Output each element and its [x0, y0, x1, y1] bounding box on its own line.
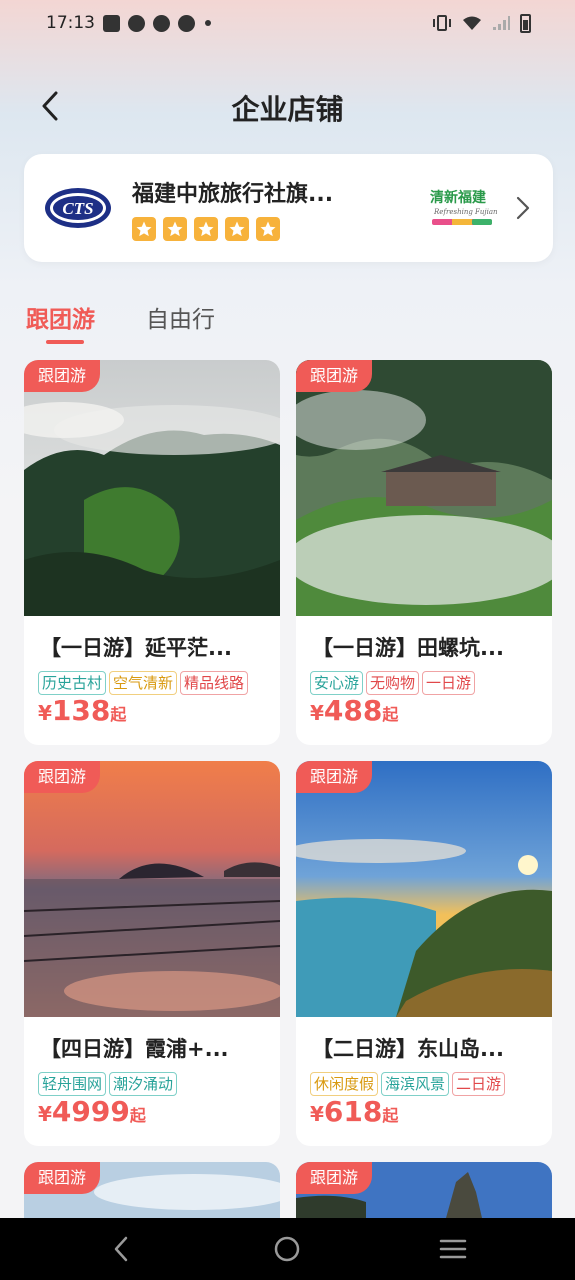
status-time: 17:13 — [46, 13, 95, 33]
category-tag: 跟团游 — [296, 1162, 373, 1194]
product-labels: 安心游 无购物 一日游 — [310, 671, 476, 695]
product-label: 休闲度假 — [310, 1072, 379, 1096]
product-card[interactable]: 跟团游 【四日游】霞浦+... 轻舟围网 潮汐涌动 ¥4999起 — [24, 761, 280, 1146]
product-labels: 历史古村 空气清新 精品线路 — [38, 671, 249, 695]
signal-icon — [493, 16, 510, 30]
vibrate-icon — [433, 15, 451, 31]
nav-home-icon — [274, 1236, 300, 1262]
product-title: 【一日游】田螺坑... — [312, 636, 504, 660]
product-price: ¥4999起 — [38, 1095, 146, 1128]
nav-back-button[interactable] — [104, 1232, 138, 1266]
app-notification-icon — [153, 14, 170, 32]
brand-logo: 清新福建 Refreshing Fujian — [430, 189, 498, 225]
product-label: 精品线路 — [180, 671, 249, 695]
category-tag: 跟团游 — [296, 761, 373, 793]
product-label: 轻舟围网 — [38, 1072, 107, 1096]
star-icon — [163, 217, 187, 241]
product-card[interactable]: 跟团游 【二日游】东山岛... 休闲度假 海滨风景 二日游 ¥618起 — [296, 761, 552, 1146]
star-icon — [225, 217, 249, 241]
status-bar: 17:13 — [0, 0, 575, 46]
store-card[interactable]: CTS 福建中旅旅行社旗... 清新福建 Refreshing Fujian — [24, 154, 553, 262]
star-icon — [194, 217, 218, 241]
tab-active-indicator — [46, 340, 84, 344]
product-image — [24, 360, 280, 616]
product-card[interactable]: 跟团游 — [296, 1162, 552, 1218]
tab-group-tour[interactable]: 跟团游 — [26, 300, 95, 334]
product-label: 二日游 — [452, 1072, 506, 1096]
product-label: 空气清新 — [109, 671, 178, 695]
category-tag: 跟团游 — [296, 360, 373, 392]
product-price: ¥488起 — [310, 694, 399, 727]
nav-recents-button[interactable] — [436, 1232, 470, 1266]
star-icon — [132, 217, 156, 241]
product-label: 一日游 — [422, 671, 476, 695]
category-tag: 跟团游 — [24, 1162, 101, 1194]
page-title: 企业店铺 — [231, 93, 344, 126]
system-navigation-bar — [0, 1218, 575, 1280]
notification-icon — [103, 14, 120, 32]
product-price: ¥138起 — [38, 694, 127, 727]
product-label: 安心游 — [310, 671, 364, 695]
product-image — [24, 761, 280, 1017]
product-labels: 轻舟围网 潮汐涌动 — [38, 1072, 178, 1096]
tab-independent-travel[interactable]: 自由行 — [146, 300, 215, 334]
store-logo: CTS — [45, 188, 111, 228]
chevron-right-icon — [516, 196, 530, 220]
svg-text:清新福建: 清新福建 — [430, 189, 486, 206]
app-notification-icon — [178, 14, 195, 32]
product-labels: 休闲度假 海滨风景 二日游 — [310, 1072, 506, 1096]
store-rating — [132, 217, 280, 241]
product-card[interactable]: 跟团游 — [24, 1162, 280, 1218]
more-notifications-icon — [205, 20, 211, 26]
product-label: 海滨风景 — [381, 1072, 450, 1096]
product-image — [296, 360, 552, 616]
app-notification-icon — [128, 14, 145, 32]
product-title: 【一日游】延平茫... — [40, 636, 232, 660]
product-image — [296, 761, 552, 1017]
product-title: 【二日游】东山岛... — [312, 1037, 504, 1061]
battery-icon — [520, 13, 531, 33]
header: 企业店铺 — [0, 80, 575, 134]
product-label: 无购物 — [366, 671, 420, 695]
category-tag: 跟团游 — [24, 360, 101, 392]
product-card[interactable]: 跟团游 【一日游】延平茫... 历史古村 空气清新 精品线路 ¥138起 — [24, 360, 280, 745]
product-price: ¥618起 — [310, 1095, 399, 1128]
store-name: 福建中旅旅行社旗... — [132, 182, 334, 207]
product-card[interactable]: 跟团游 【一日游】田螺坑... 安心游 无购物 一日游 ¥488起 — [296, 360, 552, 745]
product-label: 潮汐涌动 — [109, 1072, 178, 1096]
product-label: 历史古村 — [38, 671, 107, 695]
star-icon — [256, 217, 280, 241]
svg-text:CTS: CTS — [62, 199, 93, 218]
svg-text:Refreshing Fujian: Refreshing Fujian — [433, 208, 498, 216]
category-tag: 跟团游 — [24, 761, 101, 793]
nav-menu-icon — [439, 1239, 467, 1259]
nav-back-icon — [114, 1236, 128, 1262]
wifi-icon — [463, 16, 481, 30]
nav-home-button[interactable] — [270, 1232, 304, 1266]
product-title: 【四日游】霞浦+... — [40, 1037, 229, 1061]
